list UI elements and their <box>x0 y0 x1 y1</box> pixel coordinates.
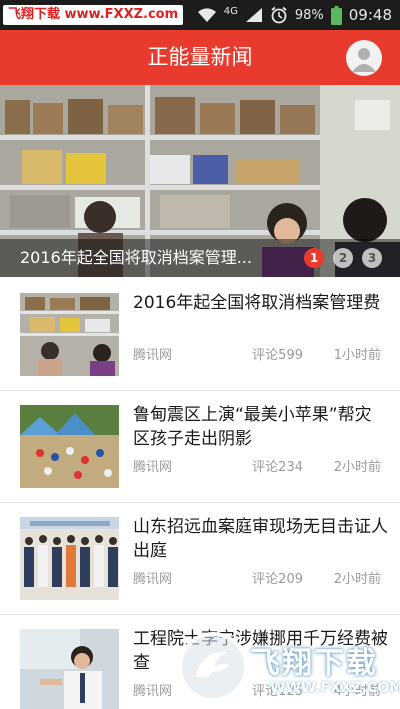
status-bar: 飞翔下载 www.FXXZ.com 4G 98% 09:48 <box>0 0 400 30</box>
news-time: 1小时前 <box>333 348 381 363</box>
watermark-logo: 飞翔下载 WWW.FXXZ.COM <box>178 632 400 706</box>
news-thumbnail <box>20 405 119 488</box>
news-source: 腾讯网 <box>133 348 173 363</box>
news-item[interactable]: 鲁甸震区上演“最美小苹果”帮灾区孩子走出阴影 腾讯网 评论234 2小时前 <box>0 391 400 503</box>
page-title: 正能量新闻 <box>147 45 253 69</box>
watermark-text: 飞翔下载 <box>250 646 378 681</box>
news-source: 腾讯网 <box>133 684 173 699</box>
carousel-dot-1[interactable]: 1 <box>304 248 324 268</box>
news-title: 2016年起全国将取消档案管理费 <box>133 293 381 313</box>
watermark-top: 飞翔下载 www.FXXZ.com <box>3 5 184 25</box>
news-meta: 腾讯网 评论209 2小时前 <box>133 568 381 588</box>
comment-count: 评论234 <box>252 460 303 475</box>
carousel-caption-bar: 2016年起全国将取消档案管理... 1 2 3 <box>0 239 400 277</box>
news-title: 鲁甸震区上演“最美小苹果”帮灾区孩子走出阴影 <box>133 405 372 449</box>
carousel-caption: 2016年起全国将取消档案管理... <box>20 248 252 267</box>
alarm-icon <box>271 6 287 24</box>
news-time: 2小时前 <box>333 460 381 475</box>
headline-carousel[interactable]: 2016年起全国将取消档案管理... 1 2 3 <box>0 85 400 277</box>
battery-percent: 98% <box>294 7 324 23</box>
news-time: 2小时前 <box>333 572 381 587</box>
news-thumbnail <box>20 293 119 376</box>
battery-icon <box>330 5 342 25</box>
comment-count: 评论209 <box>252 572 303 587</box>
news-item[interactable]: 山东招远血案庭审现场无目击证人出庭 腾讯网 评论209 2小时前 <box>0 503 400 615</box>
wifi-icon <box>197 8 216 22</box>
news-meta: 腾讯网 评论234 2小时前 <box>133 456 381 476</box>
app-header: 正能量新闻 <box>0 30 400 85</box>
news-thumbnail <box>20 629 119 709</box>
watermark-circle-icon <box>178 632 248 702</box>
status-icons: 4G 98% 09:48 <box>190 0 392 30</box>
news-source: 腾讯网 <box>133 572 173 587</box>
user-icon <box>352 48 376 72</box>
carousel-indicators: 1 2 3 <box>295 248 382 268</box>
watermark-url: WWW.FXXZ.COM <box>270 680 400 696</box>
news-item[interactable]: 2016年起全国将取消档案管理费 腾讯网 评论599 1小时前 <box>0 279 400 391</box>
avatar-button[interactable] <box>346 40 382 76</box>
comment-count: 评论599 <box>252 348 303 363</box>
news-title: 山东招远血案庭审现场无目击证人出庭 <box>133 517 388 561</box>
news-meta: 腾讯网 评论599 1小时前 <box>133 344 381 364</box>
clock: 09:48 <box>348 6 392 24</box>
news-source: 腾讯网 <box>133 460 173 475</box>
carousel-dot-2[interactable]: 2 <box>333 248 353 268</box>
carousel-dot-3[interactable]: 3 <box>362 248 382 268</box>
signal-icon <box>245 8 262 22</box>
news-thumbnail <box>20 517 119 600</box>
network-type: 4G <box>223 5 238 17</box>
